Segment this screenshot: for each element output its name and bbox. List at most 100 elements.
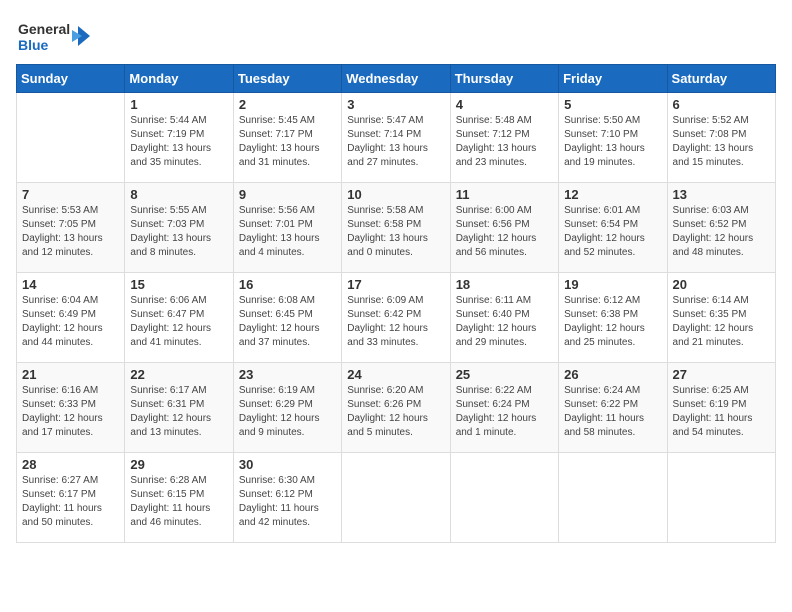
day-number: 19	[564, 277, 661, 292]
weekday-header: Tuesday	[233, 65, 341, 93]
weekday-header: Thursday	[450, 65, 558, 93]
calendar-cell: 5Sunrise: 5:50 AMSunset: 7:10 PMDaylight…	[559, 93, 667, 183]
day-info: Sunrise: 6:19 AMSunset: 6:29 PMDaylight:…	[239, 384, 336, 440]
calendar-cell	[17, 93, 125, 183]
calendar-cell: 23 Sunrise: 6:19 AMSunset: 6:29 PMDayligh…	[233, 363, 341, 453]
day-number: 6	[673, 97, 770, 112]
day-number: 29	[130, 457, 227, 472]
svg-text:Blue: Blue	[18, 37, 49, 53]
day-info: Sunrise: 6:08 AMSunset: 6:45 PMDaylight:…	[239, 294, 336, 350]
calendar-cell: 28 Sunrise: 6:27 AMSunset: 6:17 PMDayligh…	[17, 453, 125, 543]
calendar-cell: 1 Sunrise: 5:44 AMSunset: 7:19 PMDaylight…	[125, 93, 233, 183]
day-number: 21	[22, 367, 119, 382]
weekday-header: Monday	[125, 65, 233, 93]
calendar-week-row: 28 Sunrise: 6:27 AMSunset: 6:17 PMDayligh…	[17, 453, 776, 543]
day-info: Sunrise: 5:44 AMSunset: 7:19 PMDaylight:…	[130, 114, 227, 170]
calendar-cell: 12 Sunrise: 6:01 AMSunset: 6:54 PMDayligh…	[559, 183, 667, 273]
calendar-week-row: 14 Sunrise: 6:04 AMSunset: 6:49 PMDayligh…	[17, 273, 776, 363]
calendar-cell: 3 Sunrise: 5:47 AMSunset: 7:14 PMDaylight…	[342, 93, 450, 183]
day-number: 23	[239, 367, 336, 382]
day-number: 4	[456, 97, 553, 112]
weekday-header: Friday	[559, 65, 667, 93]
day-info: Sunrise: 6:20 AMSunset: 6:26 PMDaylight:…	[347, 384, 444, 440]
day-number: 14	[22, 277, 119, 292]
calendar-cell: 7 Sunrise: 5:53 AMSunset: 7:05 PMDaylight…	[17, 183, 125, 273]
day-info: Sunrise: 6:30 AMSunset: 6:12 PMDaylight:…	[239, 474, 336, 530]
day-info: Sunrise: 6:03 AMSunset: 6:52 PMDaylight:…	[673, 204, 770, 260]
calendar-cell: 17Sunrise: 6:09 AMSunset: 6:42 PMDayligh…	[342, 273, 450, 363]
day-number: 12	[564, 187, 661, 202]
day-info: Sunrise: 5:53 AMSunset: 7:05 PMDaylight:…	[22, 204, 119, 260]
day-number: 16	[239, 277, 336, 292]
logo: GeneralBlue	[16, 16, 96, 56]
calendar-table: SundayMondayTuesdayWednesdayThursdayFrid…	[16, 64, 776, 543]
calendar-cell: 8 Sunrise: 5:55 AMSunset: 7:03 PMDaylight…	[125, 183, 233, 273]
day-number: 18	[456, 277, 553, 292]
day-number: 26	[564, 367, 661, 382]
day-number: 2	[239, 97, 336, 112]
day-number: 30	[239, 457, 336, 472]
day-info: Sunrise: 5:50 AMSunset: 7:10 PMDaylight:…	[564, 114, 661, 170]
weekday-header: Wednesday	[342, 65, 450, 93]
calendar-cell: 22 Sunrise: 6:17 AMSunset: 6:31 PMDayligh…	[125, 363, 233, 453]
weekday-header: Saturday	[667, 65, 775, 93]
day-info: Sunrise: 5:52 AMSunset: 7:08 PMDaylight:…	[673, 114, 770, 170]
calendar-cell: 14 Sunrise: 6:04 AMSunset: 6:49 PMDayligh…	[17, 273, 125, 363]
calendar-week-row: 7 Sunrise: 5:53 AMSunset: 7:05 PMDaylight…	[17, 183, 776, 273]
calendar-cell: 27 Sunrise: 6:25 AMSunset: 6:19 PMDayligh…	[667, 363, 775, 453]
day-info: Sunrise: 6:17 AMSunset: 6:31 PMDaylight:…	[130, 384, 227, 440]
calendar-cell: 11 Sunrise: 6:00 AMSunset: 6:56 PMDayligh…	[450, 183, 558, 273]
calendar-week-row: 1 Sunrise: 5:44 AMSunset: 7:19 PMDaylight…	[17, 93, 776, 183]
calendar-cell	[342, 453, 450, 543]
day-number: 1	[130, 97, 227, 112]
day-info: Sunrise: 6:04 AMSunset: 6:49 PMDaylight:…	[22, 294, 119, 350]
day-info: Sunrise: 6:12 AMSunset: 6:38 PMDaylight:…	[564, 294, 661, 350]
day-info: Sunrise: 6:24 AMSunset: 6:22 PMDaylight:…	[564, 384, 661, 440]
day-number: 22	[130, 367, 227, 382]
day-info: Sunrise: 5:58 AMSunset: 6:58 PMDaylight:…	[347, 204, 444, 260]
calendar-cell	[559, 453, 667, 543]
calendar-cell: 4 Sunrise: 5:48 AMSunset: 7:12 PMDaylight…	[450, 93, 558, 183]
day-info: Sunrise: 5:56 AMSunset: 7:01 PMDaylight:…	[239, 204, 336, 260]
day-number: 7	[22, 187, 119, 202]
day-info: Sunrise: 5:48 AMSunset: 7:12 PMDaylight:…	[456, 114, 553, 170]
calendar-cell: 9 Sunrise: 5:56 AMSunset: 7:01 PMDaylight…	[233, 183, 341, 273]
calendar-cell: 16 Sunrise: 6:08 AMSunset: 6:45 PMDayligh…	[233, 273, 341, 363]
day-info: Sunrise: 6:28 AMSunset: 6:15 PMDaylight:…	[130, 474, 227, 530]
calendar-cell: 21 Sunrise: 6:16 AMSunset: 6:33 PMDayligh…	[17, 363, 125, 453]
day-number: 27	[673, 367, 770, 382]
svg-text:General: General	[18, 21, 70, 37]
day-info: Sunrise: 5:45 AMSunset: 7:17 PMDaylight:…	[239, 114, 336, 170]
weekday-header: Sunday	[17, 65, 125, 93]
day-info: Sunrise: 5:47 AMSunset: 7:14 PMDaylight:…	[347, 114, 444, 170]
day-info: Sunrise: 6:00 AMSunset: 6:56 PMDaylight:…	[456, 204, 553, 260]
header-row: SundayMondayTuesdayWednesdayThursdayFrid…	[17, 65, 776, 93]
logo-icon: GeneralBlue	[16, 16, 96, 56]
day-number: 9	[239, 187, 336, 202]
day-info: Sunrise: 6:22 AMSunset: 6:24 PMDaylight:…	[456, 384, 553, 440]
day-number: 8	[130, 187, 227, 202]
day-number: 25	[456, 367, 553, 382]
day-info: Sunrise: 6:27 AMSunset: 6:17 PMDaylight:…	[22, 474, 119, 530]
day-info: Sunrise: 6:16 AMSunset: 6:33 PMDaylight:…	[22, 384, 119, 440]
calendar-week-row: 21 Sunrise: 6:16 AMSunset: 6:33 PMDayligh…	[17, 363, 776, 453]
day-number: 13	[673, 187, 770, 202]
day-number: 24	[347, 367, 444, 382]
day-info: Sunrise: 6:14 AMSunset: 6:35 PMDaylight:…	[673, 294, 770, 350]
calendar-cell: 26 Sunrise: 6:24 AMSunset: 6:22 PMDayligh…	[559, 363, 667, 453]
calendar-cell: 18Sunrise: 6:11 AMSunset: 6:40 PMDayligh…	[450, 273, 558, 363]
calendar-cell: 30 Sunrise: 6:30 AMSunset: 6:12 PMDayligh…	[233, 453, 341, 543]
page-header: GeneralBlue	[16, 16, 776, 56]
day-info: Sunrise: 6:01 AMSunset: 6:54 PMDaylight:…	[564, 204, 661, 260]
day-number: 28	[22, 457, 119, 472]
calendar-cell: 2 Sunrise: 5:45 AMSunset: 7:17 PMDaylight…	[233, 93, 341, 183]
calendar-cell: 15Sunrise: 6:06 AMSunset: 6:47 PMDayligh…	[125, 273, 233, 363]
calendar-cell: 6 Sunrise: 5:52 AMSunset: 7:08 PMDaylight…	[667, 93, 775, 183]
day-info: Sunrise: 5:55 AMSunset: 7:03 PMDaylight:…	[130, 204, 227, 260]
day-info: Sunrise: 6:25 AMSunset: 6:19 PMDaylight:…	[673, 384, 770, 440]
day-number: 3	[347, 97, 444, 112]
day-number: 11	[456, 187, 553, 202]
calendar-cell	[450, 453, 558, 543]
day-number: 15	[130, 277, 227, 292]
day-info: Sunrise: 6:09 AMSunset: 6:42 PMDaylight:…	[347, 294, 444, 350]
